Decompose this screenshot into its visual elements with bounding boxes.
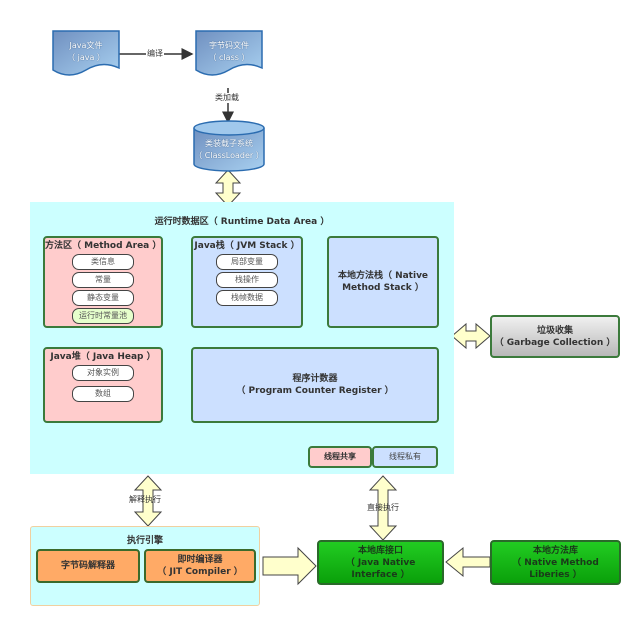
legend-private: 线程私有: [372, 446, 438, 468]
gc-line1: 垃圾收集: [536, 325, 573, 336]
java-heap: Java堆（ Java Heap ） 对象实例 数组: [43, 347, 163, 423]
compile-label: 编译: [146, 49, 164, 59]
libs-jni-arrow: [445, 546, 491, 578]
java-heap-item: 数组: [72, 386, 134, 402]
classloader-sub: （ ClassLoader ）: [194, 151, 264, 160]
method-area-item: 静态变量: [72, 290, 134, 306]
bytecode-interpreter-label: 字节码解释器: [60, 561, 115, 571]
method-area-item: 常量: [72, 272, 134, 288]
runtime-data-area: 运行时数据区（ Runtime Data Area ） 方法区（ Method …: [30, 202, 454, 474]
native-libs-line2: （ Native Method: [512, 557, 599, 568]
legend-shared: 线程共享: [308, 446, 372, 468]
bytecode-interpreter: 字节码解释器: [36, 549, 140, 583]
runtime-data-area-title: 运行时数据区（ Runtime Data Area ）: [154, 217, 330, 227]
class-file-ext: （ class ）: [208, 53, 250, 62]
native-libs-node: 本地方法库（ Native Method Liberies ）: [490, 540, 621, 585]
java-heap-title: Java堆（ Java Heap ）: [50, 352, 156, 362]
jni-node: 本地库接口（ Java Native Interface ）: [317, 540, 444, 585]
direct-exec-label: 直接执行: [367, 503, 399, 512]
method-area-item: 类信息: [72, 254, 134, 270]
class-load-label: 类加载: [214, 93, 240, 103]
jni-line3: Interface ）: [351, 569, 410, 580]
java-file-label: Java文件: [69, 41, 103, 50]
jit-compiler: 即时编译器 （ JIT Compiler ）: [144, 549, 256, 583]
java-heap-item: 对象实例: [72, 365, 134, 381]
classloader-node: 类装载子系统 （ ClassLoader ）: [193, 120, 265, 172]
method-area-item: 运行时常量池: [72, 308, 134, 324]
program-counter-line2: （ Program Counter Register ）: [236, 386, 394, 396]
jvm-stack-item: 栈帧数据: [216, 290, 278, 306]
native-libs-line1: 本地方法库: [532, 545, 578, 556]
native-method-stack-line2: Method Stack ）: [342, 283, 424, 293]
jit-line1: 即时编译器: [177, 555, 223, 565]
jvm-stack: Java栈（ JVM Stack ） 局部变量 栈操作 栈帧数据: [191, 236, 303, 328]
runtime-gc-arrow: [451, 322, 491, 350]
execution-engine-title: 执行引擎: [126, 536, 163, 546]
classloader-label: 类装载子系统: [205, 139, 253, 148]
method-area: 方法区（ Method Area ） 类信息 常量 静态变量 运行时常量池: [43, 236, 163, 328]
gc-line2: （ Garbage Collection ）: [494, 337, 616, 348]
java-file-node: Java文件 （ java ）: [52, 30, 120, 78]
native-method-stack: 本地方法栈（ Native Method Stack ）: [327, 236, 439, 328]
engine-jni-arrow: [262, 546, 317, 586]
program-counter-line1: 程序计数器: [292, 374, 338, 384]
program-counter: 程序计数器 （ Program Counter Register ）: [191, 347, 439, 423]
jit-line2: （ JIT Compiler ）: [157, 567, 243, 577]
jni-line2: （ Java Native: [345, 557, 416, 568]
jvm-stack-title: Java栈（ JVM Stack ）: [194, 241, 300, 251]
classloader-runtime-arrow: [214, 169, 242, 207]
jvm-stack-item: 局部变量: [216, 254, 278, 270]
interpret-label: 解释执行: [129, 495, 161, 504]
jni-line1: 本地库接口: [357, 545, 403, 556]
native-libs-line3: Liberies ）: [529, 569, 582, 580]
class-file-node: 字节码文件 （ class ）: [195, 30, 263, 78]
garbage-collection-node: 垃圾收集（ Garbage Collection ）: [490, 315, 620, 358]
method-area-title: 方法区（ Method Area ）: [45, 241, 162, 251]
jvm-stack-item: 栈操作: [216, 272, 278, 288]
native-method-stack-line1: 本地方法栈（ Native: [337, 271, 429, 281]
java-file-ext: （ java ）: [67, 53, 105, 62]
class-file-label: 字节码文件: [209, 41, 249, 50]
execution-engine: 执行引擎 字节码解释器 即时编译器 （ JIT Compiler ）: [30, 526, 260, 606]
